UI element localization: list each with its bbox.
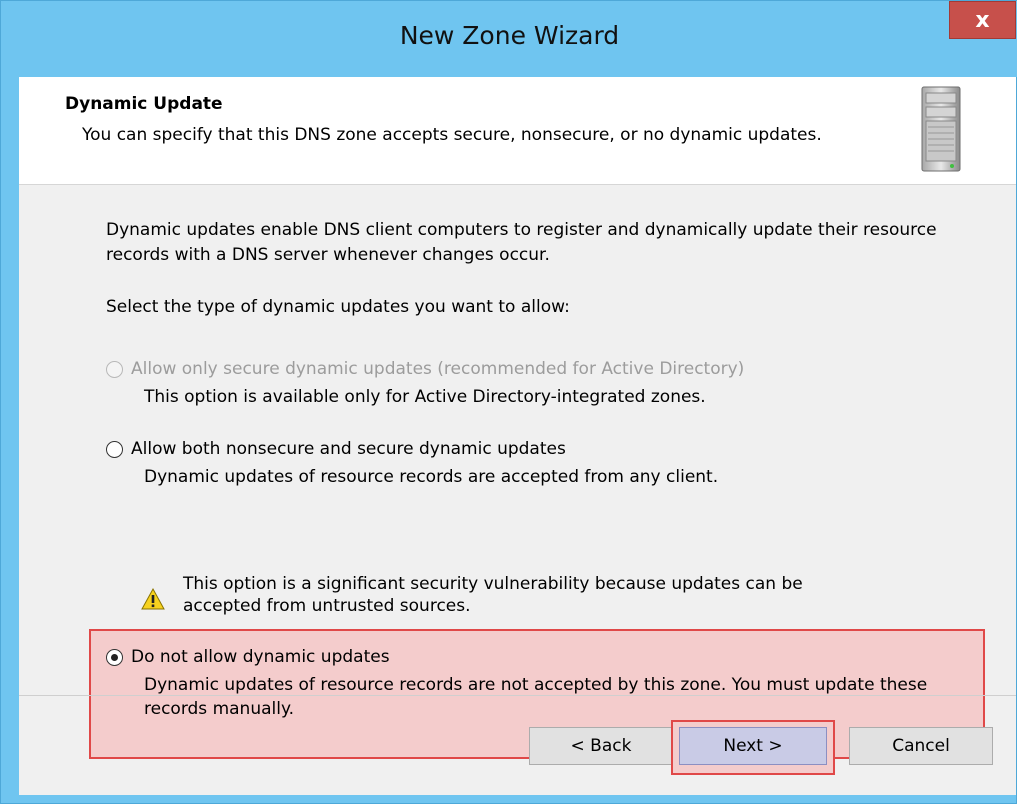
prompt-text: Select the type of dynamic updates you w… [106,297,570,317]
option-label[interactable]: Allow both nonsecure and secure dynamic … [131,439,566,459]
server-icon [921,86,961,172]
window-title: New Zone Wizard [399,21,620,50]
next-button[interactable]: Next > [679,727,827,765]
wizard-window: New Zone Wizard x Dynamic Update You can… [0,0,1017,804]
warning-icon [141,587,165,610]
option-description: Dynamic updates of resource records are … [144,467,719,487]
close-button[interactable]: x [949,1,1016,39]
wizard-client-area: Dynamic Update You can specify that this… [19,77,1016,795]
footer-divider [19,695,1016,696]
option-description: Dynamic updates of resource records are … [144,675,928,719]
option-label: Allow only secure dynamic updates (recom… [131,359,745,379]
title-bar[interactable]: New Zone Wizard x [1,1,1017,77]
option-nonsecure-and-secure[interactable]: Allow both nonsecure and secure dynamic … [106,437,718,489]
option-secure-only: Allow only secure dynamic updates (recom… [106,357,744,409]
cancel-button[interactable]: Cancel [849,727,993,765]
intro-text: Dynamic updates enable DNS client comput… [106,220,937,265]
security-warning: This option is a significant security vu… [141,573,861,617]
back-button[interactable]: < Back [529,727,673,765]
option-description: This option is available only for Active… [144,387,706,407]
page-title: Dynamic Update [65,94,223,114]
wizard-header: Dynamic Update You can specify that this… [19,77,1016,185]
wizard-content: Dynamic updates enable DNS client comput… [19,185,1016,759]
page-subtitle: You can specify that this DNS zone accep… [82,125,822,145]
warning-text: This option is a significant security vu… [183,574,803,616]
radio-nonsecure-and-secure[interactable] [106,440,123,458]
radio-no-dynamic-updates[interactable] [106,648,123,666]
option-no-dynamic-updates[interactable]: Do not allow dynamic updates Dynamic upd… [106,645,976,721]
option-label[interactable]: Do not allow dynamic updates [131,647,390,667]
radio-secure-only [106,360,123,378]
